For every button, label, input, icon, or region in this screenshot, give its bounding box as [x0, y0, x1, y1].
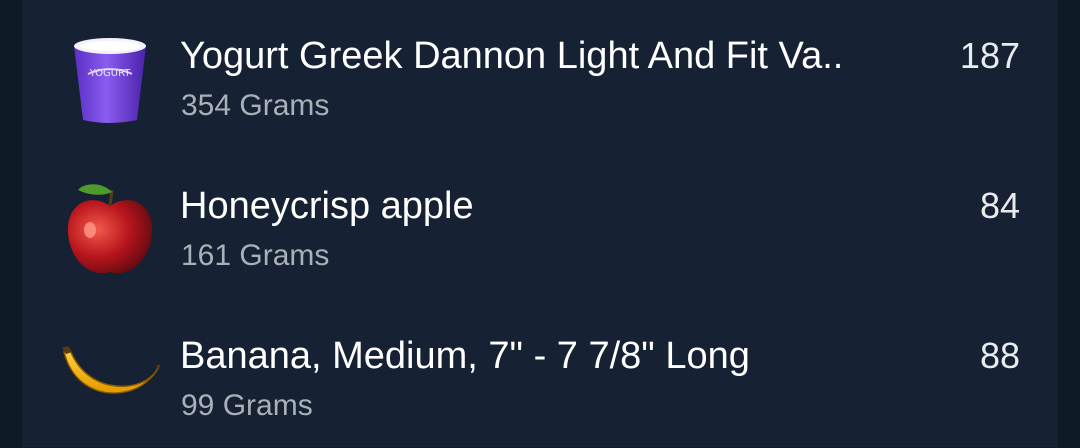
yogurt-cup-icon: YOGURT	[60, 26, 160, 126]
food-amount: 161 Grams	[181, 239, 330, 272]
food-list-panel: YOGURT Yogurt Greek Dannon Light And Fit…	[22, 0, 1058, 447]
banana-icon	[60, 326, 160, 426]
food-calories: 187	[959, 35, 1020, 76]
apple-icon	[60, 178, 160, 278]
food-list-item-apple[interactable]: Honeycrisp apple 161 Grams 84	[22, 158, 1058, 298]
food-amount: 99 Grams	[181, 389, 313, 422]
food-calories: 84	[979, 185, 1020, 226]
food-name: Banana, Medium, 7" - 7 7/8" Long	[180, 335, 750, 377]
food-name: Honeycrisp apple	[180, 185, 474, 227]
food-list-item-yogurt[interactable]: YOGURT Yogurt Greek Dannon Light And Fit…	[22, 8, 1058, 148]
food-amount: 354 Grams	[181, 89, 330, 122]
food-name: Yogurt Greek Dannon Light And Fit Va..	[180, 35, 844, 77]
food-list-item-banana[interactable]: Banana, Medium, 7" - 7 7/8" Long 99 Gram…	[22, 308, 1058, 448]
svg-text:YOGURT: YOGURT	[89, 68, 132, 79]
food-calories: 88	[979, 335, 1020, 376]
